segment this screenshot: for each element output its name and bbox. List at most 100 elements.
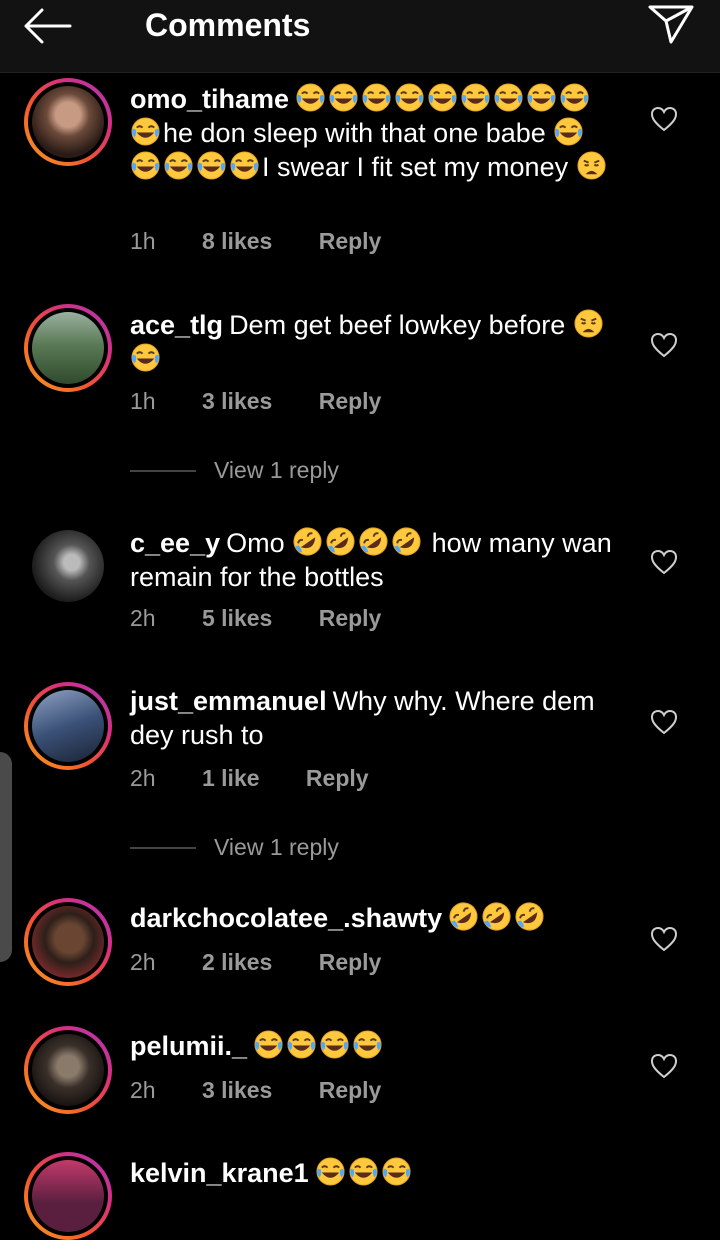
avatar[interactable] xyxy=(24,304,112,392)
tears-of-joy-emoji-icon xyxy=(329,83,358,112)
like-heart-icon[interactable] xyxy=(650,106,678,132)
avatar-photo xyxy=(32,530,104,602)
share-button[interactable] xyxy=(646,2,696,46)
weary-face-emoji-icon xyxy=(577,151,606,180)
comment-text: kelvin_krane1 xyxy=(130,1156,625,1190)
tears-of-joy-emoji-icon xyxy=(131,151,160,180)
tears-of-joy-emoji-icon xyxy=(131,343,160,372)
avatar[interactable] xyxy=(24,78,112,166)
comment-meta: 2h 5 likes Reply xyxy=(130,605,421,632)
comment-meta: 2h 3 likes Reply xyxy=(130,1077,421,1104)
comment-body-text: Dem get beef lowkey before xyxy=(229,310,573,340)
comment-meta: 2h 1 like Reply xyxy=(130,765,409,792)
reply-button[interactable]: Reply xyxy=(319,605,382,632)
like-heart-icon[interactable] xyxy=(650,926,678,952)
comment-likes[interactable]: 3 likes xyxy=(202,388,272,415)
comment-username[interactable]: just_emmanuel xyxy=(130,686,327,716)
tears-of-joy-emoji-icon xyxy=(494,83,523,112)
comment-time: 2h xyxy=(130,765,156,791)
comment-body-text: Omo xyxy=(226,528,293,558)
view-replies-label: View 1 reply xyxy=(214,834,339,860)
comment-meta: 2h 2 likes Reply xyxy=(130,949,421,976)
comment-meta: 1h 8 likes Reply xyxy=(130,228,421,255)
comment-likes[interactable]: 1 like xyxy=(202,765,260,792)
rofl-emoji-icon xyxy=(482,902,511,931)
avatar-photo xyxy=(32,1034,104,1106)
comment-username[interactable]: c_ee_y xyxy=(130,528,220,558)
tears-of-joy-emoji-icon xyxy=(428,83,457,112)
comment-text: pelumii._ xyxy=(130,1029,625,1063)
avatar[interactable] xyxy=(24,1152,112,1240)
tears-of-joy-emoji-icon xyxy=(131,117,160,146)
reply-button[interactable]: Reply xyxy=(319,949,382,976)
comment-username[interactable]: darkchocolatee_.shawty xyxy=(130,903,442,933)
comment-likes[interactable]: 3 likes xyxy=(202,1077,272,1104)
like-heart-icon[interactable] xyxy=(650,549,678,575)
comment-text: darkchocolatee_.shawty xyxy=(130,901,625,935)
tears-of-joy-emoji-icon xyxy=(554,117,583,146)
tears-of-joy-emoji-icon xyxy=(527,83,556,112)
tears-of-joy-emoji-icon xyxy=(560,83,589,112)
tears-of-joy-emoji-icon xyxy=(395,83,424,112)
tears-of-joy-emoji-icon xyxy=(230,151,259,180)
tears-of-joy-emoji-icon xyxy=(461,83,490,112)
like-heart-icon[interactable] xyxy=(650,332,678,358)
tears-of-joy-emoji-icon xyxy=(296,83,325,112)
avatar[interactable] xyxy=(24,898,112,986)
reply-button[interactable]: Reply xyxy=(319,228,382,255)
comment-username[interactable]: omo_tihame xyxy=(130,84,289,114)
comment-username[interactable]: ace_tlg xyxy=(130,310,223,340)
comment-text: ace_tlg Dem get beef lowkey before xyxy=(130,308,625,376)
reply-button[interactable]: Reply xyxy=(306,765,369,792)
comment-time: 2h xyxy=(130,1077,156,1103)
comment-time: 1h xyxy=(130,228,156,254)
rofl-emoji-icon xyxy=(515,902,544,931)
comment-username[interactable]: pelumii._ xyxy=(130,1031,247,1061)
comment-time: 1h xyxy=(130,388,156,414)
avatar-photo xyxy=(32,690,104,762)
avatar[interactable] xyxy=(24,522,112,610)
avatar[interactable] xyxy=(24,1026,112,1114)
arrow-left-icon xyxy=(24,8,72,44)
avatar-photo xyxy=(32,906,104,978)
comment-username[interactable]: kelvin_krane1 xyxy=(130,1158,309,1188)
comment-body-text: I swear I fit set my money xyxy=(262,152,576,182)
back-button[interactable] xyxy=(20,6,76,46)
comment-likes[interactable]: 5 likes xyxy=(202,605,272,632)
view-replies-label: View 1 reply xyxy=(214,457,339,483)
divider xyxy=(130,847,196,849)
avatar[interactable] xyxy=(24,682,112,770)
reply-button[interactable]: Reply xyxy=(319,388,382,415)
like-heart-icon[interactable] xyxy=(650,709,678,735)
comment-time: 2h xyxy=(130,605,156,631)
comment-likes[interactable]: 2 likes xyxy=(202,949,272,976)
comment-text: c_ee_y Omo how many wan remain for the bo… xyxy=(130,526,625,594)
tears-of-joy-emoji-icon xyxy=(316,1157,345,1186)
tears-of-joy-emoji-icon xyxy=(362,83,391,112)
comment-body-text: he don sleep with that one babe xyxy=(163,118,554,148)
reply-button[interactable]: Reply xyxy=(319,1077,382,1104)
comment-likes[interactable]: 8 likes xyxy=(202,228,272,255)
avatar-photo xyxy=(32,1160,104,1232)
side-edge-handle[interactable] xyxy=(0,752,12,962)
tears-of-joy-emoji-icon xyxy=(254,1030,283,1059)
paper-plane-icon xyxy=(648,5,694,44)
avatar-photo xyxy=(32,86,104,158)
comment-meta: 1h 3 likes Reply xyxy=(130,388,421,415)
avatar-photo xyxy=(32,312,104,384)
tears-of-joy-emoji-icon xyxy=(287,1030,316,1059)
rofl-emoji-icon xyxy=(449,902,478,931)
rofl-emoji-icon xyxy=(326,527,355,556)
page-title: Comments xyxy=(145,7,311,43)
rofl-emoji-icon xyxy=(392,527,421,556)
tears-of-joy-emoji-icon xyxy=(349,1157,378,1186)
like-heart-icon[interactable] xyxy=(650,1053,678,1079)
rofl-emoji-icon xyxy=(293,527,322,556)
comment-time: 2h xyxy=(130,949,156,975)
tears-of-joy-emoji-icon xyxy=(320,1030,349,1059)
weary-face-emoji-icon xyxy=(574,309,603,338)
rofl-emoji-icon xyxy=(359,527,388,556)
comment-text: omo_tihamehe don sleep with that one bab… xyxy=(130,82,625,184)
top-bar: Comments xyxy=(0,0,720,73)
tears-of-joy-emoji-icon xyxy=(164,151,193,180)
